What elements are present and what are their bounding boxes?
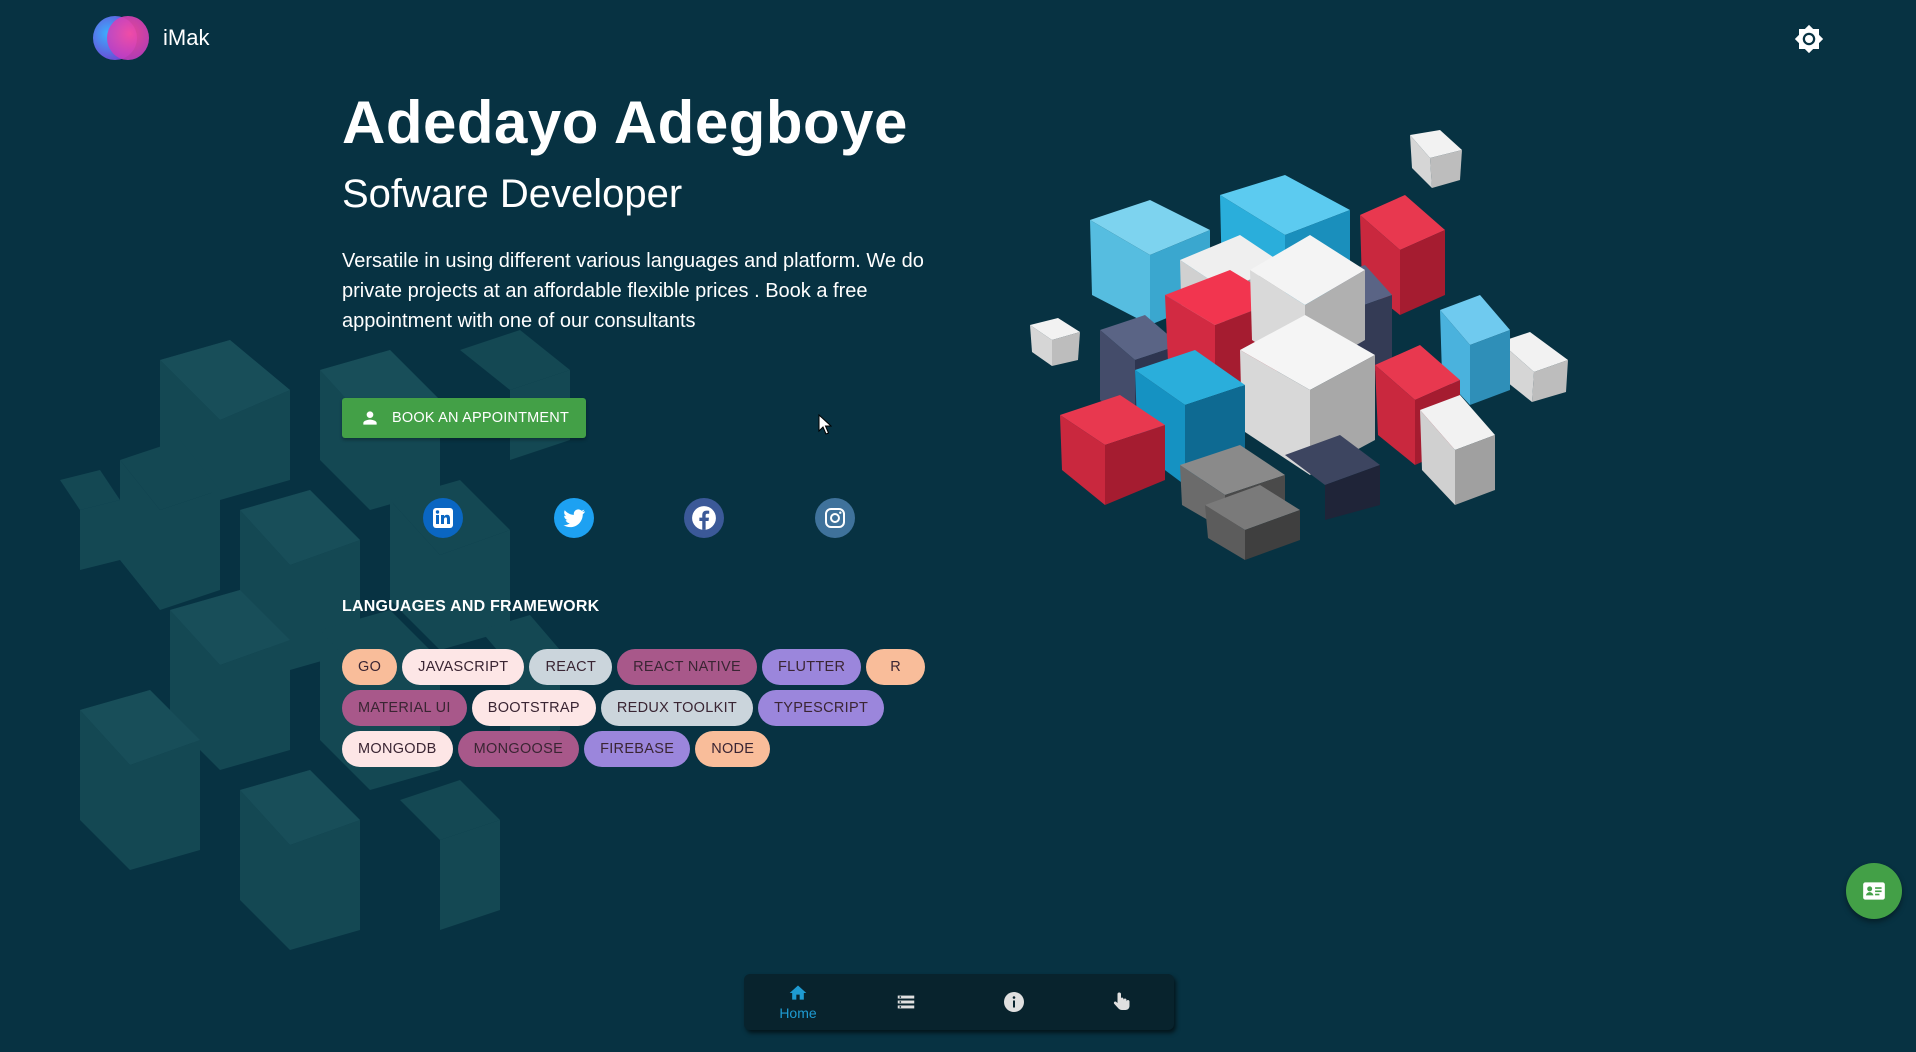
skill-chip: REDUX TOOLKIT — [600, 690, 754, 726]
facebook-icon[interactable] — [684, 498, 724, 538]
nav-item-list[interactable] — [852, 974, 960, 1030]
skills-chip-list: GO JAVASCRIPT REACT REACT NATIVE FLUTTER… — [342, 649, 962, 772]
brand[interactable]: iMak — [93, 16, 209, 60]
book-appointment-label: BOOK AN APPOINTMENT — [392, 410, 570, 426]
skill-chip: REACT NATIVE — [617, 649, 757, 685]
person-icon — [363, 411, 377, 425]
list-icon — [897, 995, 915, 1009]
home-icon — [789, 985, 807, 1000]
nav-item-touch[interactable] — [1068, 974, 1176, 1030]
logo — [93, 16, 149, 60]
chip-row: MONGODB MONGOOSE FIREBASE NODE — [342, 731, 962, 767]
hero-cubes-illustration — [1030, 130, 1568, 560]
contact-card-fab[interactable] — [1846, 863, 1902, 919]
skill-chip: MATERIAL UI — [342, 690, 467, 726]
brand-name: iMak — [163, 25, 210, 50]
contact-card-icon — [1863, 882, 1885, 900]
chip-row: GO JAVASCRIPT REACT REACT NATIVE FLUTTER… — [342, 649, 962, 685]
skill-chip: NODE — [695, 731, 771, 767]
skill-chip: FIREBASE — [584, 731, 691, 767]
skill-chip: JAVASCRIPT — [402, 649, 525, 685]
twitter-icon[interactable] — [554, 498, 594, 538]
bottom-navigation: Home — [744, 974, 1174, 1030]
theme-toggle-sun-icon[interactable] — [1794, 24, 1824, 54]
skill-chip: MONGOOSE — [457, 731, 580, 767]
info-icon — [1004, 992, 1024, 1012]
linkedin-icon[interactable] — [423, 498, 463, 538]
skill-chip: R — [866, 649, 926, 685]
touch-icon — [1113, 992, 1130, 1010]
instagram-icon[interactable] — [815, 498, 855, 538]
mouse-cursor-icon — [818, 414, 832, 435]
skill-chip: TYPESCRIPT — [758, 690, 885, 726]
hero-name: Adedayo Adegboye — [342, 89, 908, 156]
hero-description: Versatile in using different various lan… — [342, 250, 924, 332]
skill-chip: MONGODB — [342, 731, 453, 767]
skills-title: LANGUAGES AND FRAMEWORK — [342, 598, 600, 615]
skill-chip: BOOTSTRAP — [471, 690, 596, 726]
nav-label-home: Home — [779, 1005, 817, 1021]
skill-chip: GO — [342, 649, 398, 685]
skill-chip: REACT — [529, 649, 613, 685]
hero-role: Sofware Developer — [342, 172, 683, 216]
hero-section: Adedayo Adegboye Sofware Developer Versa… — [342, 88, 962, 336]
chip-row: MATERIAL UI BOOTSTRAP REDUX TOOLKIT TYPE… — [342, 690, 962, 726]
skill-chip: FLUTTER — [761, 649, 862, 685]
nav-item-home[interactable]: Home — [744, 974, 852, 1030]
nav-item-info[interactable] — [960, 974, 1068, 1030]
book-appointment-button[interactable]: BOOK AN APPOINTMENT — [342, 398, 587, 438]
